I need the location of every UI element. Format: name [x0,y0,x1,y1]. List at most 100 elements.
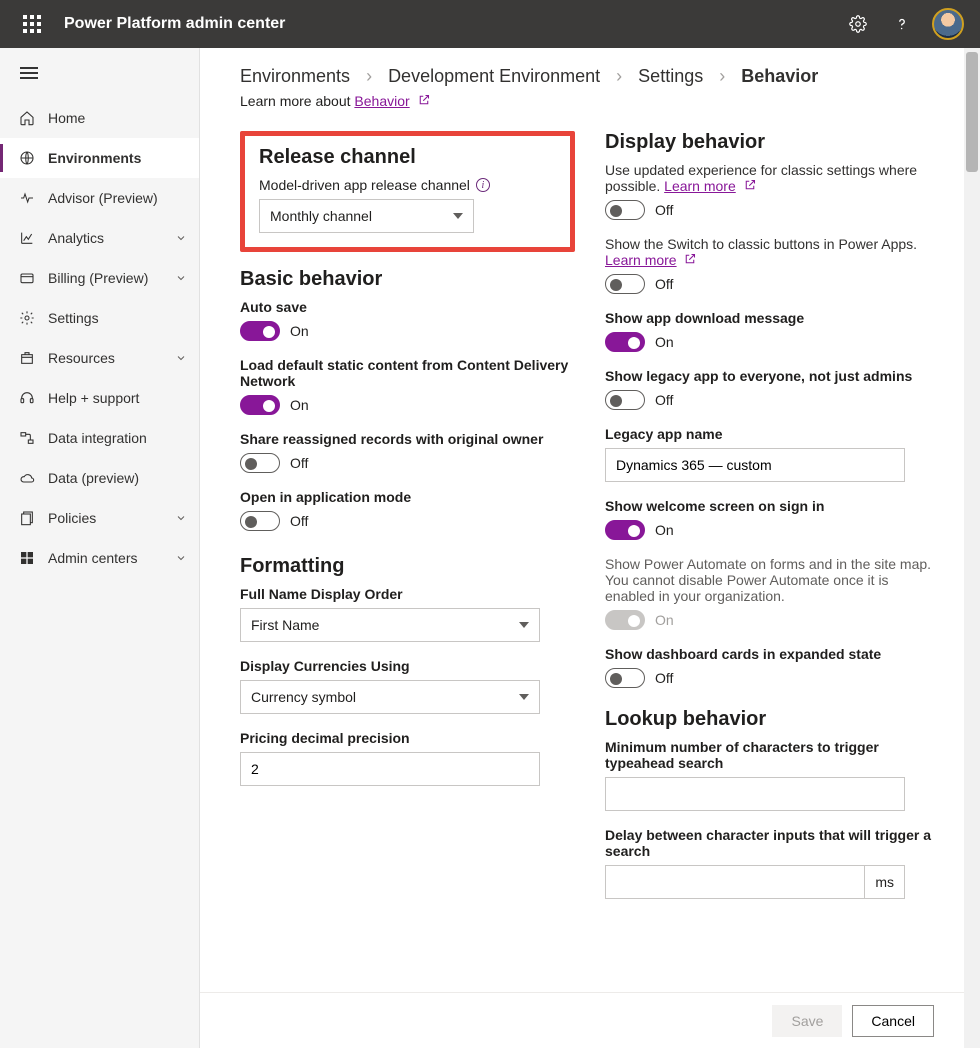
welcome-screen-label: Show welcome screen on sign in [605,498,940,514]
save-button: Save [772,1005,842,1037]
app-download-label: Show app download message [605,310,940,326]
release-channel-label: Model-driven app release channel i [259,177,556,193]
open-app-mode-toggle[interactable]: Off [240,511,575,531]
cdn-label: Load default static content from Content… [240,357,575,389]
currency-display-select[interactable]: Currency symbol [240,680,540,714]
app-download-toggle[interactable]: On [605,332,940,352]
home-icon [18,109,36,127]
info-icon[interactable]: i [476,178,490,192]
sidebar-item-advisor-preview[interactable]: Advisor (Preview) [0,178,199,218]
chevron-right-icon: › [366,66,372,87]
sidebar-item-help-support[interactable]: Help + support [0,378,199,418]
card-icon [18,269,36,287]
sidebar-item-policies[interactable]: Policies [0,498,199,538]
headset-icon [18,389,36,407]
sidebar-item-resources[interactable]: Resources [0,338,199,378]
power-automate-desc: Show Power Automate on forms and in the … [605,556,940,604]
sidebar-item-label: Advisor (Preview) [48,190,158,206]
sidebar-item-label: Data integration [48,430,147,446]
sidebar-item-data-preview[interactable]: Data (preview) [0,458,199,498]
learn-more-link[interactable]: Behavior [354,93,409,109]
footer-actions: Save Cancel [200,992,964,1048]
sidebar-item-label: Resources [48,350,115,366]
share-records-toggle[interactable]: Off [240,453,575,473]
share-records-label: Share reassigned records with original o… [240,431,575,447]
global-header: Power Platform admin center [0,0,980,48]
scrollbar[interactable] [964,48,980,1048]
cancel-button[interactable]: Cancel [852,1005,934,1037]
dashboard-expanded-toggle[interactable]: Off [605,668,940,688]
gear-icon [18,309,36,327]
legacy-app-name-input[interactable] [605,448,905,482]
sidebar-toggle-icon[interactable] [0,48,199,90]
updated-experience-learn-more[interactable]: Learn more [664,178,736,194]
sidebar-item-billing-preview[interactable]: Billing (Preview) [0,258,199,298]
sidebar-item-label: Policies [48,510,96,526]
auto-save-toggle[interactable]: On [240,321,575,341]
cloud-icon [18,469,36,487]
learn-more-text: Learn more about Behavior [240,93,940,109]
sidebar-item-data-integration[interactable]: Data integration [0,418,199,458]
sidebar-item-label: Data (preview) [48,470,139,486]
policy-icon [18,509,36,527]
app-launcher-icon[interactable] [16,8,48,40]
chevron-right-icon: › [719,66,725,87]
pricing-precision-label: Pricing decimal precision [240,730,575,746]
lookup-behavior-heading: Lookup behavior [605,708,940,731]
basic-behavior-heading: Basic behavior [240,268,575,291]
currency-display-label: Display Currencies Using [240,658,575,674]
chevron-down-icon [175,552,187,564]
display-behavior-heading: Display behavior [605,131,940,154]
pulse-icon [18,189,36,207]
sidebar-item-home[interactable]: Home [0,98,199,138]
switch-classic-toggle[interactable]: Off [605,274,940,294]
help-icon[interactable] [886,8,918,40]
sidebar-item-label: Settings [48,310,99,326]
release-channel-select[interactable]: Monthly channel [259,199,474,233]
fullname-order-label: Full Name Display Order [240,586,575,602]
power-automate-toggle: On [605,610,940,630]
breadcrumb-item[interactable]: Development Environment [388,66,600,87]
sidebar-item-environments[interactable]: Environments [0,138,199,178]
switch-classic-desc: Show the Switch to classic buttons in Po… [605,236,940,268]
release-channel-highlight: Release channel Model-driven app release… [240,131,575,252]
min-chars-label: Minimum number of characters to trigger … [605,739,940,771]
external-link-icon [684,253,696,265]
sidebar-item-settings[interactable]: Settings [0,298,199,338]
chevron-down-icon [175,352,187,364]
release-channel-heading: Release channel [259,146,556,169]
min-chars-input[interactable] [605,777,905,811]
sidebar-item-analytics[interactable]: Analytics [0,218,199,258]
chevron-right-icon: › [616,66,622,87]
sidebar-item-label: Home [48,110,85,126]
sidebar-item-label: Admin centers [48,550,137,566]
delay-input[interactable] [605,865,864,899]
sidebar-item-admin-centers[interactable]: Admin centers [0,538,199,578]
breadcrumb-item[interactable]: Settings [638,66,703,87]
sidebar-item-label: Environments [48,150,141,166]
settings-gear-icon[interactable] [842,8,874,40]
breadcrumb-item[interactable]: Environments [240,66,350,87]
chevron-down-icon [175,232,187,244]
breadcrumb-item: Behavior [741,66,818,87]
user-avatar[interactable] [932,8,964,40]
dashboard-expanded-label: Show dashboard cards in expanded state [605,646,940,662]
delay-suffix: ms [864,865,905,899]
sidebar: Home Environments Advisor (Preview) Analyti… [0,48,200,1048]
main-content: Environments › Development Environment › Set… [200,48,980,1048]
updated-experience-desc: Use updated experience for classic setti… [605,162,940,194]
sidebar-item-label: Help + support [48,390,139,406]
sidebar-item-label: Billing (Preview) [48,270,148,286]
chevron-down-icon [175,512,187,524]
legacy-app-all-label: Show legacy app to everyone, not just ad… [605,368,940,384]
updated-experience-toggle[interactable]: Off [605,200,940,220]
pricing-precision-input[interactable] [240,752,540,786]
switch-classic-learn-more[interactable]: Learn more [605,252,677,268]
fullname-order-select[interactable]: First Name [240,608,540,642]
dataflow-icon [18,429,36,447]
legacy-app-all-toggle[interactable]: Off [605,390,940,410]
welcome-screen-toggle[interactable]: On [605,520,940,540]
cdn-toggle[interactable]: On [240,395,575,415]
sidebar-item-label: Analytics [48,230,104,246]
package-icon [18,349,36,367]
